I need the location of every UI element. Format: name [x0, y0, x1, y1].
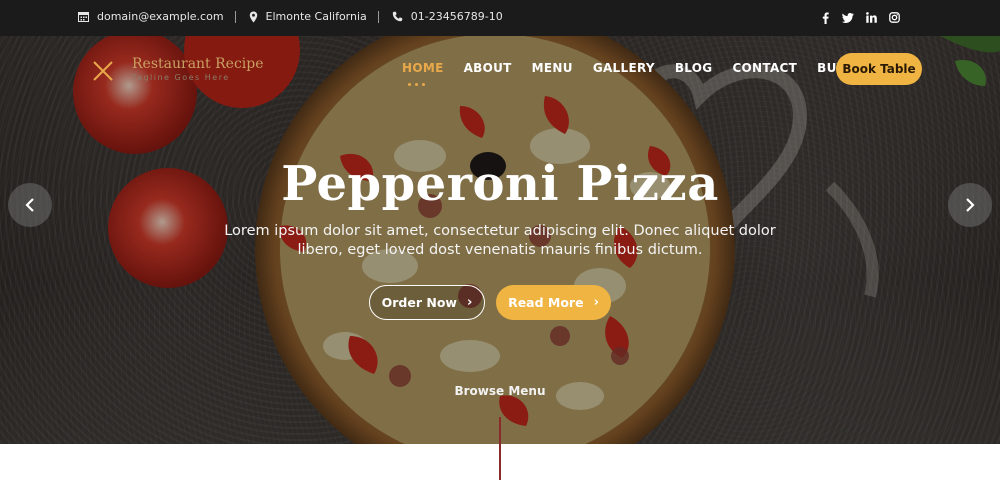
hero-title: Pepperoni Pizza	[281, 156, 719, 212]
nav-item-about[interactable]: ABOUT	[464, 61, 512, 75]
browse-menu-link[interactable]: Browse Menu	[0, 384, 1000, 398]
chevron-right-icon: ›	[466, 295, 473, 310]
nav-item-menu[interactable]: MENU	[532, 61, 573, 75]
scroll-indicator-line	[499, 444, 501, 480]
calendar-icon	[78, 12, 89, 22]
nav-item-contact[interactable]: CONTACT	[732, 61, 797, 75]
contact-info: domain@example.com Elmonte California 01…	[78, 10, 503, 23]
order-now-label: Order Now	[381, 295, 457, 310]
map-pin-icon	[249, 11, 257, 22]
twitter-icon[interactable]	[842, 11, 854, 24]
location-item: Elmonte California	[249, 10, 367, 23]
email-item[interactable]: domain@example.com	[78, 10, 224, 23]
instagram-icon[interactable]	[888, 11, 900, 24]
brand-name: Restaurant Recipe	[132, 56, 264, 72]
facebook-icon[interactable]	[819, 11, 831, 24]
top-bar: domain@example.com Elmonte California 01…	[0, 0, 1000, 36]
phone-text: 01-23456789-10	[410, 10, 503, 23]
location-text: Elmonte California	[265, 10, 367, 23]
nav-item-label: HOME	[402, 61, 444, 75]
phone-item[interactable]: 01-23456789-10	[392, 10, 503, 23]
book-table-button[interactable]: Book Table	[836, 53, 922, 85]
linkedin-icon[interactable]	[865, 11, 877, 24]
divider	[377, 10, 379, 23]
active-indicator	[408, 83, 425, 86]
email-text: domain@example.com	[97, 10, 224, 23]
order-now-button[interactable]: Order Now ›	[369, 285, 485, 320]
nav-item-home[interactable]: HOME	[402, 61, 444, 86]
nav-item-blog[interactable]: BLOG	[675, 61, 713, 75]
phone-icon	[392, 11, 402, 22]
scroll-indicator-line	[499, 417, 501, 444]
brand-logo[interactable]: Restaurant Recipe Tagline Goes Here	[90, 56, 264, 84]
crossed-utensils-icon	[93, 61, 113, 81]
read-more-label: Read More	[508, 295, 584, 310]
chevron-right-icon: ›	[593, 295, 599, 310]
hero-slider: Restaurant Recipe Tagline Goes Here HOME…	[0, 36, 1000, 444]
hero-description: Lorem ipsum dolor sit amet, consectetur …	[224, 223, 776, 258]
social-links	[819, 11, 900, 24]
divider	[234, 10, 236, 23]
nav-item-gallery[interactable]: GALLERY	[593, 61, 655, 75]
brand-tagline: Tagline Goes Here	[132, 73, 230, 82]
main-nav: HOME ABOUT MENU GALLERY BLOG CONTACT BUY…	[402, 61, 879, 86]
brand-text: Restaurant Recipe Tagline Goes Here	[132, 56, 264, 83]
read-more-button[interactable]: Read More ›	[496, 285, 611, 320]
